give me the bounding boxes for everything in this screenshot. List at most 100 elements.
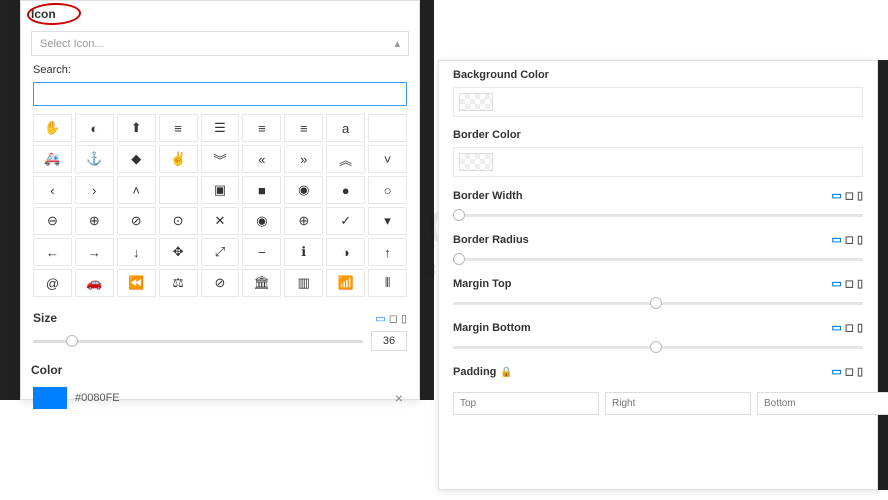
chart-icon[interactable]: ⫴	[368, 269, 407, 297]
desktop-icon[interactable]: ▭	[831, 277, 841, 290]
responsive-controls-mb[interactable]: ▭ ◻▯	[831, 321, 863, 334]
responsive-controls-br[interactable]: ▭ ◻▯	[831, 233, 863, 246]
asl-icon[interactable]: ✋	[33, 114, 72, 142]
circle-down2-icon[interactable]: ⊘	[117, 207, 156, 235]
icon-panel: Icon Select Icon... ▴ Search: ✋◐⬆≡☰≡≡a🚑⚓…	[20, 0, 420, 400]
signal-icon[interactable]: 📶	[326, 269, 365, 297]
expand-icon[interactable]: ⤢	[201, 238, 240, 266]
size-value[interactable]: 36	[371, 331, 407, 351]
bg-color-swatch[interactable]	[459, 93, 493, 111]
check-circle-icon[interactable]: ✓	[326, 207, 365, 235]
angle-double-down-icon[interactable]: ︾	[201, 145, 240, 173]
car-icon[interactable]: 🚗	[75, 269, 114, 297]
margin-bottom-slider[interactable]	[453, 346, 863, 349]
mobile-icon[interactable]: ▯	[857, 365, 863, 378]
align-right-icon[interactable]: ≡	[284, 114, 323, 142]
angle-right-icon[interactable]: ›	[75, 176, 114, 204]
desktop-icon[interactable]: ▭	[831, 321, 841, 334]
amazon-icon[interactable]: a	[326, 114, 365, 142]
adjust-icon[interactable]: ◐	[75, 114, 114, 142]
minus-icon[interactable]: −	[242, 238, 281, 266]
arrow-up-icon[interactable]: ↑	[368, 238, 407, 266]
dot-circle-icon[interactable]: ◉	[242, 207, 281, 235]
circle-up-icon[interactable]: ⬆	[117, 114, 156, 142]
align-justify-icon[interactable]: ☰	[201, 114, 240, 142]
tablet-icon[interactable]: ◻	[845, 365, 854, 378]
info-icon[interactable]: ℹ	[284, 238, 323, 266]
bg-color-label: Background Color	[453, 69, 549, 81]
tablet-icon[interactable]: ◻	[845, 233, 854, 246]
arrow-down-icon[interactable]: ↓	[117, 238, 156, 266]
padding-bottom-input[interactable]	[757, 392, 888, 415]
responsive-controls-pad[interactable]: ▭ ◻▯	[831, 365, 863, 378]
icon-grid: ✋◐⬆≡☰≡≡a🚑⚓◆✌︾«»︽˅‹›˄▣■◉●○⊖⊕⊘⊙✕◉⊕✓▾←→↓✥⤢−…	[21, 112, 419, 305]
caret-down-icon[interactable]: ▾	[368, 207, 407, 235]
color-swatch[interactable]	[33, 387, 67, 409]
border-color-swatch[interactable]	[459, 153, 493, 171]
blank-icon[interactable]	[368, 114, 407, 142]
desktop-icon[interactable]: ▭	[375, 312, 385, 325]
responsive-controls-size[interactable]: ▭ ◻ ▯	[375, 312, 407, 325]
angle-left-icon[interactable]: ‹	[33, 176, 72, 204]
arrows-icon[interactable]: ✥	[159, 238, 198, 266]
tablet-icon[interactable]: ◻	[389, 312, 398, 325]
contrast-icon[interactable]: ◑	[326, 238, 365, 266]
border-radius-label: Border Radius	[453, 234, 529, 246]
mobile-icon[interactable]: ▯	[857, 321, 863, 334]
align-center-icon[interactable]: ≡	[159, 114, 198, 142]
bank-icon[interactable]: 🏛	[242, 269, 281, 297]
padding-label: Padding	[453, 366, 496, 378]
padding-right-input[interactable]	[605, 392, 751, 415]
circle-left-icon[interactable]: ⊖	[33, 207, 72, 235]
margin-top-slider[interactable]	[453, 302, 863, 305]
circle-up2-icon[interactable]: ⊙	[159, 207, 198, 235]
ring-icon[interactable]: ○	[368, 176, 407, 204]
square-icon[interactable]: ■	[242, 176, 281, 204]
angle-up-icon[interactable]: ˄	[117, 176, 156, 204]
archive-icon[interactable]: ▣	[201, 176, 240, 204]
apple-icon[interactable]	[159, 176, 198, 204]
target-icon[interactable]: ◉	[284, 176, 323, 204]
cross-icon[interactable]: ✕	[201, 207, 240, 235]
desktop-icon[interactable]: ▭	[831, 189, 841, 202]
align-left-icon[interactable]: ≡	[242, 114, 281, 142]
ambulance-icon[interactable]: 🚑	[33, 145, 72, 173]
mobile-icon[interactable]: ▯	[857, 233, 863, 246]
border-width-slider[interactable]	[453, 214, 863, 217]
angle-double-right-icon[interactable]: »	[284, 145, 323, 173]
android-icon[interactable]: ◆	[117, 145, 156, 173]
hand-peace-icon[interactable]: ✌	[159, 145, 198, 173]
angle-double-up-icon[interactable]: ︽	[326, 145, 365, 173]
rewind-icon[interactable]: ⏪	[117, 269, 156, 297]
at-icon[interactable]: @	[33, 269, 72, 297]
border-radius-slider[interactable]	[453, 258, 863, 261]
ban-icon[interactable]: ⊘	[201, 269, 240, 297]
tablet-icon[interactable]: ◻	[845, 277, 854, 290]
responsive-controls-mt[interactable]: ▭ ◻▯	[831, 277, 863, 290]
size-slider[interactable]	[33, 340, 363, 343]
plus-circle-icon[interactable]: ⊕	[284, 207, 323, 235]
lock-icon[interactable]: 🔒	[500, 367, 512, 378]
desktop-icon[interactable]: ▭	[831, 365, 841, 378]
circle-icon[interactable]: ●	[326, 176, 365, 204]
tablet-icon[interactable]: ◻	[845, 321, 854, 334]
angle-double-left-icon[interactable]: «	[242, 145, 281, 173]
arrow-left-icon[interactable]: ←	[33, 238, 72, 266]
arrow-right-icon[interactable]: →	[75, 238, 114, 266]
tablet-icon[interactable]: ◻	[845, 189, 854, 202]
icon-select-dropdown[interactable]: Select Icon... ▴	[31, 31, 409, 56]
mobile-icon[interactable]: ▯	[857, 277, 863, 290]
angle-down-icon[interactable]: ˅	[368, 145, 407, 173]
mobile-icon[interactable]: ▯	[857, 189, 863, 202]
circle-right-icon[interactable]: ⊕	[75, 207, 114, 235]
bar-chart-icon[interactable]: ▥	[284, 269, 323, 297]
desktop-icon[interactable]: ▭	[831, 233, 841, 246]
style-panel: Background Color Border Color Border Wid…	[438, 60, 878, 490]
padding-top-input[interactable]	[453, 392, 599, 415]
balance-icon[interactable]: ⚖	[159, 269, 198, 297]
mobile-icon[interactable]: ▯	[401, 312, 407, 325]
color-clear-button[interactable]: ×	[391, 390, 407, 406]
anchor-icon[interactable]: ⚓	[75, 145, 114, 173]
responsive-controls-bw[interactable]: ▭ ◻▯	[831, 189, 863, 202]
search-input[interactable]	[33, 82, 407, 106]
